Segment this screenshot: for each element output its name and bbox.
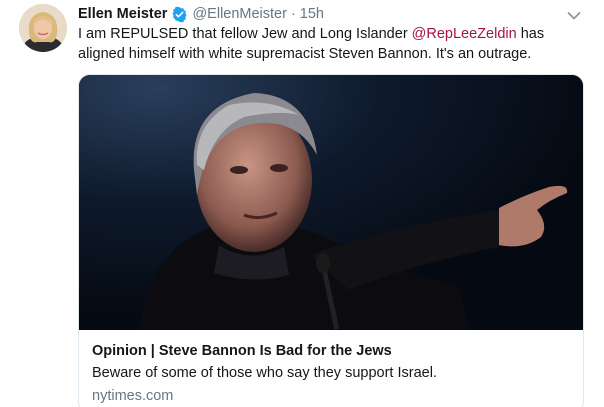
avatar-photo-icon [19, 4, 67, 52]
verified-badge-icon [171, 6, 188, 23]
mention-link[interactable]: @RepLeeZeldin [412, 26, 517, 42]
author-handle[interactable]: @EllenMeister [192, 6, 287, 22]
card-description: Beware of some of those who say they sup… [92, 365, 437, 381]
author-name[interactable]: Ellen Meister [78, 6, 167, 22]
card-domain: nytimes.com [92, 388, 174, 404]
tweet[interactable]: Ellen Meister @EllenMeister · 15h I am R… [0, 0, 604, 407]
author-avatar[interactable] [19, 4, 67, 52]
card-image[interactable] [79, 75, 583, 330]
header-separator: · [290, 6, 296, 22]
tweet-text-start: I am REPULSED that fellow Jew and Long I… [78, 26, 412, 42]
tweet-timestamp[interactable]: 15h [300, 6, 324, 22]
link-card[interactable]: Opinion | Steve Bannon Is Bad for the Je… [78, 74, 584, 407]
tweet-header: Ellen Meister @EllenMeister · 15h [78, 4, 324, 24]
card-title[interactable]: Opinion | Steve Bannon Is Bad for the Je… [92, 343, 392, 359]
chevron-down-icon[interactable] [567, 8, 581, 20]
tweet-text: I am REPULSED that fellow Jew and Long I… [78, 24, 578, 64]
card-photo [79, 75, 583, 330]
